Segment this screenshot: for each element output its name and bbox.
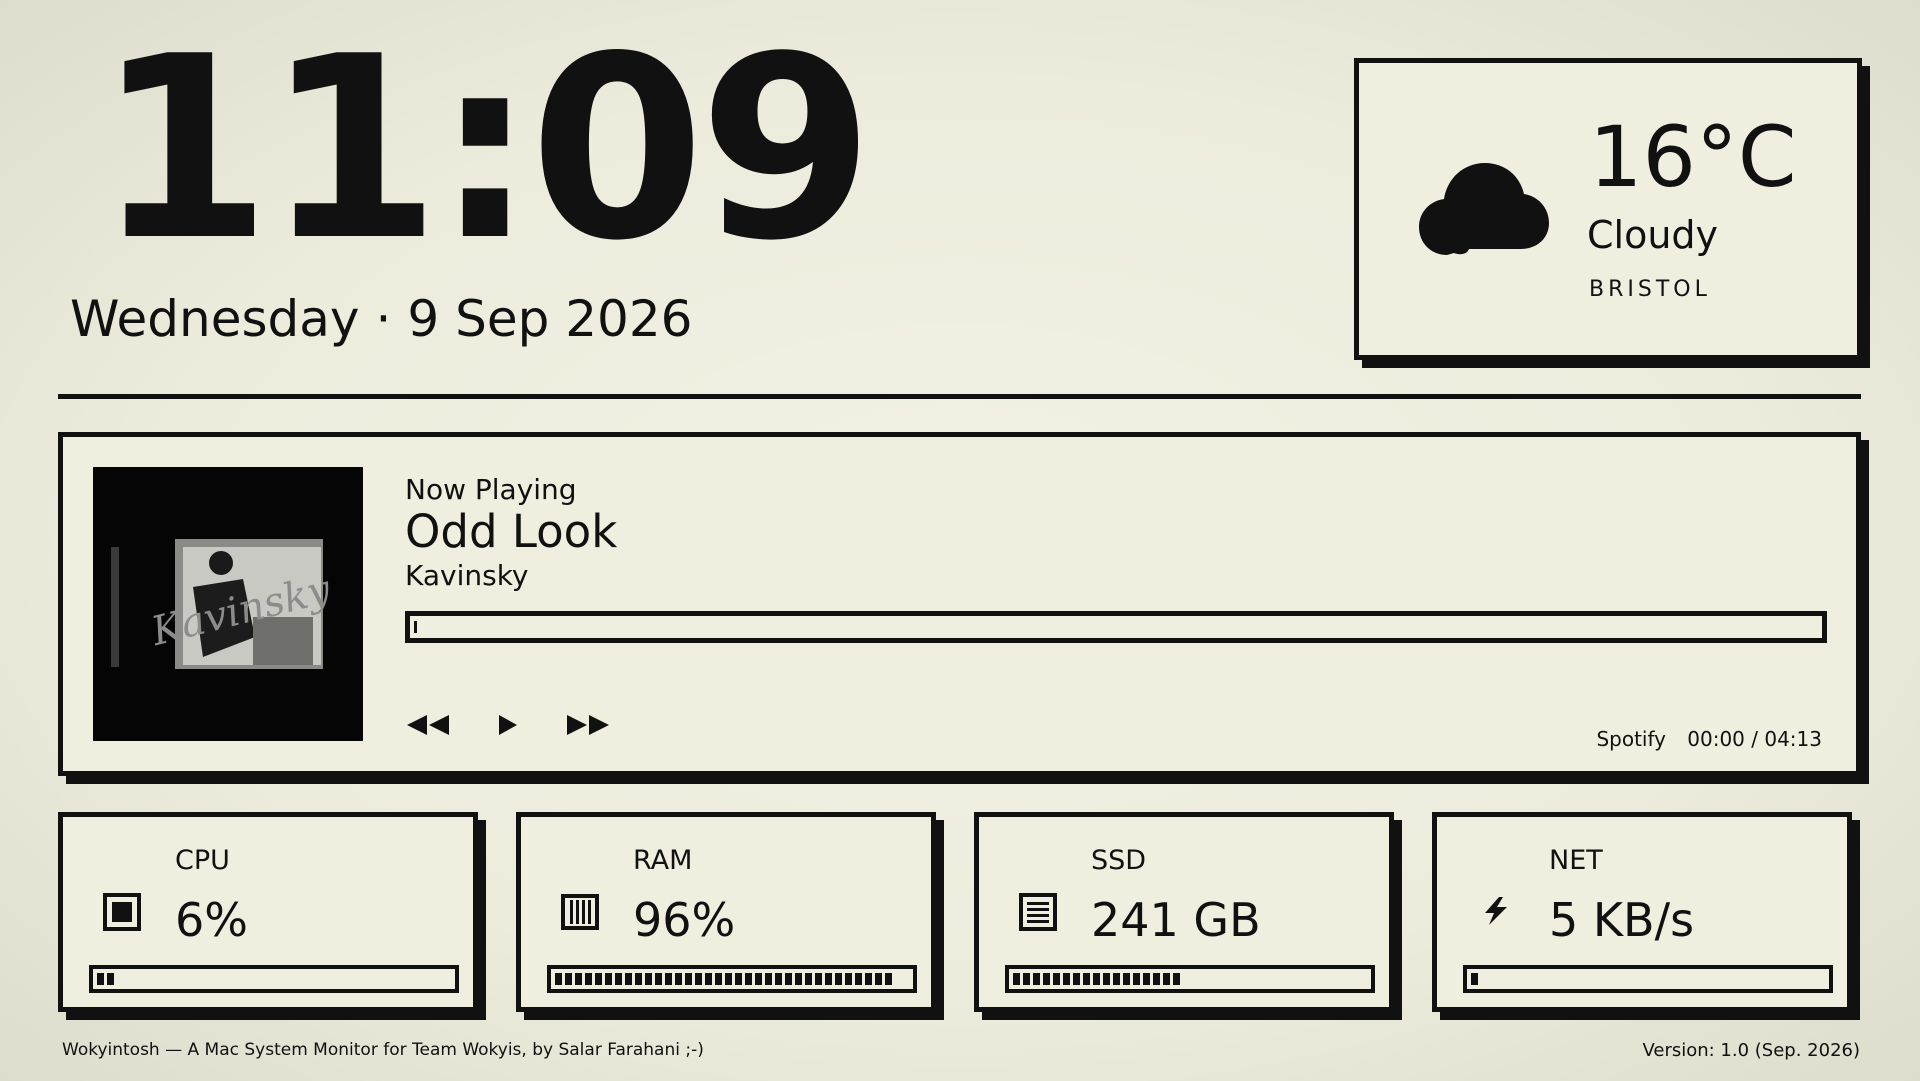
ssd-card: SSD 241 GB [974, 812, 1394, 1012]
divider [58, 394, 1861, 399]
net-card: NET 5 KB/s [1432, 812, 1852, 1012]
date-line: Wednesday · 9 Sep 2026 [70, 290, 692, 348]
previous-icon [407, 715, 449, 735]
date: 9 Sep 2026 [407, 290, 693, 348]
album-art-image: Kavinsky [93, 467, 363, 741]
ssd-usage-bar [1005, 965, 1375, 993]
play-button[interactable] [495, 711, 521, 739]
next-button[interactable] [563, 711, 611, 739]
net-usage-bar [1463, 965, 1833, 993]
weekday: Wednesday [70, 290, 360, 348]
cloud-icon [1419, 163, 1549, 255]
next-icon [567, 715, 609, 735]
weather-city: BRISTOL [1589, 277, 1711, 302]
ssd-label: SSD [1091, 845, 1147, 876]
track-artist: Kavinsky [405, 559, 529, 592]
footer-version: Version: 1.0 (Sep. 2026) [1642, 1040, 1860, 1061]
ram-label: RAM [633, 845, 693, 876]
weather-condition: Cloudy [1587, 213, 1719, 257]
cpu-usage-fill [97, 973, 114, 985]
track-progress-fill [414, 621, 417, 633]
cpu-usage-bar [89, 965, 459, 993]
ram-value: 96% [633, 893, 736, 947]
track-title: Odd Look [405, 505, 618, 558]
ssd-value: 241 GB [1091, 893, 1261, 947]
track-progress-bar[interactable] [405, 611, 1827, 643]
player-source: Spotify [1596, 727, 1666, 751]
cpu-card: CPU 6% [58, 812, 478, 1012]
album-art: Kavinsky [93, 467, 363, 741]
track-time: 00:00 / 04:13 [1687, 727, 1822, 751]
previous-button[interactable] [405, 711, 453, 739]
cpu-chip-icon [103, 893, 141, 931]
cpu-label: CPU [175, 845, 230, 876]
dashboard-screen: 11:09 Wednesday · 9 Sep 2026 16°C Cloudy B… [0, 0, 1920, 1081]
now-playing-card: Kavinsky Now Playing Odd Look Kavinsky S… [58, 432, 1861, 776]
memory-icon [561, 894, 599, 930]
ram-card: RAM 96% [516, 812, 936, 1012]
temperature: 16°C [1589, 108, 1797, 206]
cpu-value: 6% [175, 893, 248, 947]
net-usage-fill [1471, 973, 1481, 985]
net-value: 5 KB/s [1549, 893, 1695, 947]
date-separator: · [375, 290, 392, 348]
play-icon [499, 715, 517, 735]
storage-icon [1019, 893, 1057, 931]
ssd-usage-fill [1013, 973, 1180, 985]
weather-card: 16°C Cloudy BRISTOL [1354, 58, 1862, 360]
ram-usage-bar [547, 965, 917, 993]
clock-time: 11:09 [96, 3, 874, 296]
footer-credits: Wokyintosh — A Mac System Monitor for Te… [62, 1040, 704, 1060]
now-playing-label: Now Playing [405, 473, 577, 506]
ram-usage-fill [555, 973, 892, 985]
lightning-icon [1485, 897, 1507, 925]
net-label: NET [1549, 845, 1603, 876]
